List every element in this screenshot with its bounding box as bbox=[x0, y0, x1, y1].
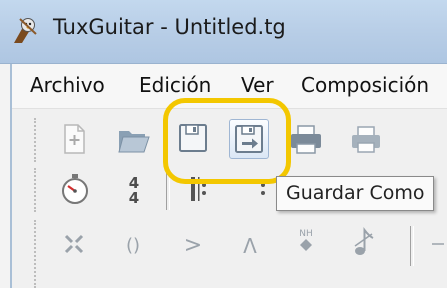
folder-open-icon bbox=[118, 131, 150, 153]
accent-button[interactable]: > bbox=[175, 226, 211, 262]
accent-icon: > bbox=[184, 233, 202, 258]
open-file-button[interactable] bbox=[115, 121, 151, 157]
harmonic-button[interactable]: NH bbox=[288, 224, 324, 260]
harmonic-icon: NH bbox=[299, 229, 313, 251]
window-titlebar: TuxGuitar - Untitled.tg bbox=[0, 0, 447, 64]
tempo-button[interactable] bbox=[57, 171, 93, 207]
partial-icon bbox=[432, 243, 444, 245]
toolbar-separator bbox=[410, 226, 414, 266]
dead-note-icon bbox=[64, 234, 84, 254]
menu-ver[interactable]: Ver bbox=[241, 73, 274, 97]
stopwatch-icon bbox=[62, 174, 88, 204]
print-button[interactable] bbox=[288, 121, 324, 157]
grace-note-button[interactable] bbox=[345, 224, 381, 260]
harmonic-label: NH bbox=[299, 229, 313, 239]
toolbar-grip[interactable] bbox=[34, 220, 40, 288]
print-preview-button[interactable] bbox=[348, 121, 384, 157]
accent-label: > bbox=[184, 233, 202, 258]
printer-icon bbox=[291, 125, 321, 154]
tooltip: Guardar Como bbox=[276, 176, 435, 211]
time-signature-bottom: 4 bbox=[129, 189, 139, 207]
new-file-icon bbox=[64, 124, 85, 154]
ghost-note-icon: () bbox=[126, 235, 140, 256]
dead-note-button[interactable] bbox=[56, 226, 92, 262]
toolbar-grip[interactable] bbox=[34, 168, 40, 212]
more-tools-button[interactable] bbox=[424, 226, 447, 262]
ghost-note-label: () bbox=[126, 235, 140, 256]
print-preview-icon bbox=[352, 126, 380, 153]
heavy-accent-button[interactable]: Λ bbox=[232, 226, 268, 262]
toolbar-grip[interactable] bbox=[34, 118, 40, 162]
time-signature-button[interactable]: 4 4 bbox=[116, 171, 152, 207]
tuxguitar-icon bbox=[10, 16, 40, 46]
new-file-button[interactable] bbox=[56, 121, 92, 157]
menu-edicion[interactable]: Edición bbox=[139, 73, 211, 97]
annotation-highlight bbox=[163, 98, 291, 184]
heavy-accent-icon: Λ bbox=[243, 234, 257, 258]
time-signature-icon: 4 4 bbox=[129, 174, 139, 207]
grace-note-icon bbox=[354, 227, 374, 255]
ghost-note-button[interactable]: () bbox=[115, 226, 151, 262]
window-title: TuxGuitar - Untitled.tg bbox=[53, 15, 286, 39]
menu-composicion[interactable]: Composición bbox=[301, 73, 429, 97]
heavy-accent-label: Λ bbox=[243, 234, 257, 258]
menu-archivo[interactable]: Archivo bbox=[30, 73, 105, 97]
